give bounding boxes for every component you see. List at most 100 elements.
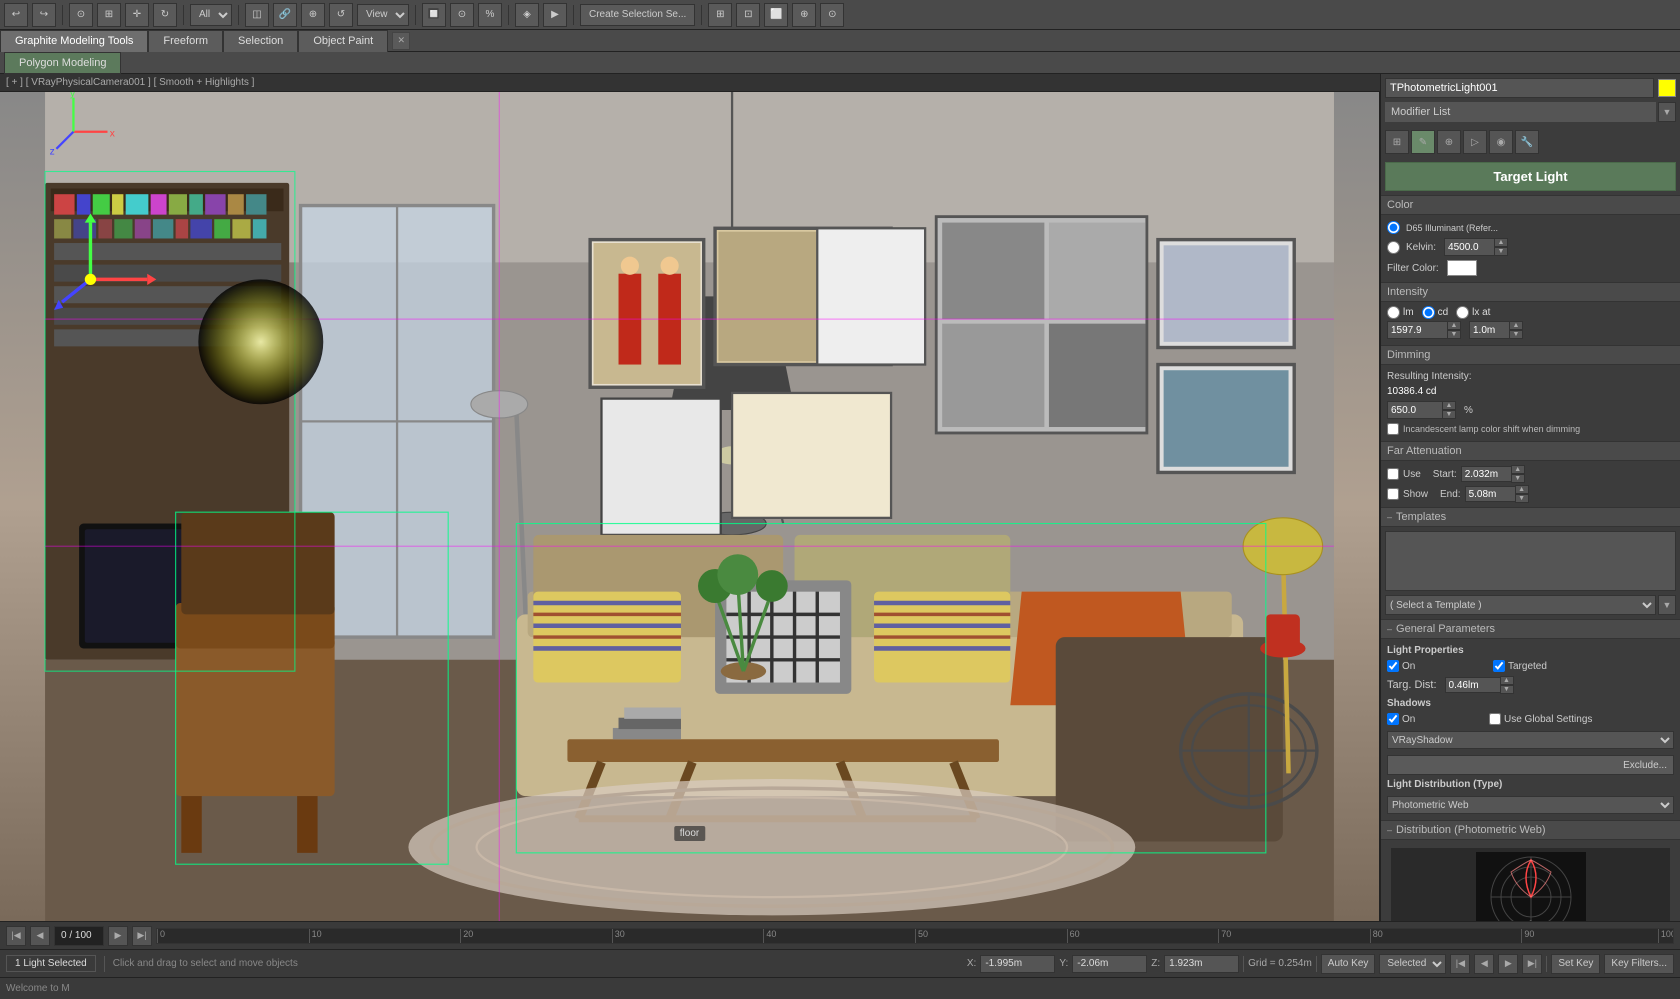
lxat-radio[interactable] — [1456, 306, 1469, 319]
kelvin-down[interactable]: ▼ — [1494, 247, 1508, 256]
view-dropdown[interactable]: View — [357, 4, 409, 26]
helper-btn3[interactable]: ⬜ — [764, 3, 788, 27]
intd-down[interactable]: ▼ — [1509, 330, 1523, 339]
color-section-header[interactable]: Color — [1381, 195, 1680, 215]
panel-icon-utils[interactable]: 🔧 — [1515, 130, 1539, 154]
set-key-btn[interactable]: Set Key — [1551, 954, 1600, 974]
select-obj-btn[interactable]: ⊙ — [69, 3, 93, 27]
move-btn[interactable]: ✛ — [125, 3, 149, 27]
intensity-input[interactable] — [1387, 321, 1447, 339]
incandescent-checkbox[interactable] — [1387, 423, 1399, 435]
panel-icon-display[interactable]: ◉ — [1489, 130, 1513, 154]
int-down[interactable]: ▼ — [1447, 330, 1461, 339]
angle-snap-btn[interactable]: ⊙ — [450, 3, 474, 27]
intensity-section-header[interactable]: Intensity — [1381, 282, 1680, 302]
use-global-checkbox[interactable] — [1489, 713, 1501, 725]
timeline-play[interactable]: ▶ — [108, 926, 128, 946]
targeted-checkbox[interactable] — [1493, 660, 1505, 672]
modifier-arrow[interactable]: ▼ — [1658, 102, 1676, 122]
cd-radio[interactable] — [1422, 306, 1435, 319]
z-coord-field[interactable] — [1164, 955, 1239, 973]
selected-dropdown[interactable]: Selected — [1379, 954, 1446, 974]
kelvin-radio[interactable] — [1387, 241, 1400, 254]
helper-btn5[interactable]: ⊙ — [820, 3, 844, 27]
move-transform-btn[interactable]: ⊕ — [301, 3, 325, 27]
x-coord-field[interactable] — [980, 955, 1055, 973]
dist-type-select[interactable]: Photometric Web — [1387, 796, 1674, 814]
dim-down[interactable]: ▼ — [1442, 410, 1456, 419]
photoweb-header[interactable]: – Distribution (Photometric Web) — [1381, 820, 1680, 840]
object-color-swatch[interactable] — [1658, 79, 1676, 97]
int-up[interactable]: ▲ — [1447, 321, 1461, 330]
intensity-dist-input[interactable] — [1469, 321, 1509, 339]
panel-icon-hierarchy[interactable]: ⊕ — [1437, 130, 1461, 154]
kelvin-input[interactable] — [1444, 238, 1494, 256]
select-region-btn[interactable]: ⊞ — [97, 3, 121, 27]
playback-play[interactable]: ▶ — [1498, 954, 1518, 974]
dim-up[interactable]: ▲ — [1442, 401, 1456, 410]
intd-up[interactable]: ▲ — [1509, 321, 1523, 330]
templates-arrow[interactable]: ▼ — [1658, 595, 1676, 615]
all-dropdown[interactable]: All — [190, 4, 232, 26]
as-up[interactable]: ▲ — [1511, 465, 1525, 474]
tab-selection[interactable]: Selection — [223, 30, 298, 52]
as-down[interactable]: ▼ — [1511, 474, 1525, 483]
create-selection-btn[interactable]: Create Selection Se... — [580, 4, 695, 26]
tab-polygon-modeling[interactable]: Polygon Modeling — [4, 52, 121, 74]
panel-icon-motion[interactable]: ▷ — [1463, 130, 1487, 154]
general-params-header[interactable]: – General Parameters — [1381, 619, 1680, 639]
td-down[interactable]: ▼ — [1500, 685, 1514, 694]
auto-key-btn[interactable]: Auto Key — [1321, 954, 1376, 974]
light-on-checkbox[interactable] — [1387, 660, 1399, 672]
helper-btn4[interactable]: ⊕ — [792, 3, 816, 27]
panel-icon-general[interactable]: ⊞ — [1385, 130, 1409, 154]
far-atten-header[interactable]: Far Attenuation — [1381, 441, 1680, 461]
tab-freeform[interactable]: Freeform — [148, 30, 223, 52]
shadows-on-checkbox[interactable] — [1387, 713, 1399, 725]
undo-btn[interactable]: ↩ — [4, 3, 28, 27]
atten-use-checkbox[interactable] — [1387, 468, 1399, 480]
rotate-btn[interactable]: ↻ — [153, 3, 177, 27]
atten-show-checkbox[interactable] — [1387, 488, 1399, 500]
menubar-close[interactable]: ✕ — [392, 32, 410, 50]
viewport[interactable]: x y z floor — [0, 92, 1380, 921]
timeline-start[interactable]: |◀ — [6, 926, 26, 946]
snap-btn[interactable]: 🔲 — [422, 3, 446, 27]
playback-next[interactable]: ▶| — [1522, 954, 1542, 974]
tab-graphite[interactable]: Graphite Modeling Tools — [0, 30, 148, 52]
atten-start-input[interactable] — [1461, 466, 1511, 482]
timeline-next[interactable]: ▶| — [132, 926, 152, 946]
link-btn[interactable]: 🔗 — [273, 3, 297, 27]
targ-dist-input[interactable] — [1445, 677, 1500, 693]
playback-prev[interactable]: ◀ — [1474, 954, 1494, 974]
redo-btn[interactable]: ↪ — [32, 3, 56, 27]
dimming-header[interactable]: Dimming — [1381, 345, 1680, 365]
object-name-input[interactable] — [1385, 78, 1654, 98]
timeline-ruler[interactable]: 0 10 20 30 40 50 60 70 80 90 100 — [156, 928, 1674, 944]
helper-btn2[interactable]: ⊡ — [736, 3, 760, 27]
render-btn[interactable]: ◈ — [515, 3, 539, 27]
key-filters-btn[interactable]: Key Filters... — [1604, 954, 1674, 974]
playback-start[interactable]: |◀ — [1450, 954, 1470, 974]
panel-icon-modify[interactable]: ✎ — [1411, 130, 1435, 154]
helper-btn1[interactable]: ⊞ — [708, 3, 732, 27]
tab-object-paint[interactable]: Object Paint — [298, 30, 388, 52]
dimming-input[interactable] — [1387, 401, 1442, 419]
ae-down[interactable]: ▼ — [1515, 494, 1529, 503]
ae-up[interactable]: ▲ — [1515, 485, 1529, 494]
d65-radio[interactable] — [1387, 221, 1400, 234]
td-up[interactable]: ▲ — [1500, 676, 1514, 685]
quick-render-btn[interactable]: ▶ — [543, 3, 567, 27]
templates-select[interactable]: ( Select a Template ) — [1385, 595, 1656, 615]
exclude-btn[interactable]: Exclude... — [1387, 755, 1674, 775]
shadow-type-select[interactable]: VRayShadow — [1387, 731, 1674, 749]
templates-section-header[interactable]: – Templates — [1381, 507, 1680, 527]
y-coord-field[interactable] — [1072, 955, 1147, 973]
lm-radio[interactable] — [1387, 306, 1400, 319]
atten-end-input[interactable] — [1465, 486, 1515, 502]
filter-color-swatch[interactable] — [1447, 260, 1477, 276]
timeline-prev[interactable]: ◀ — [30, 926, 50, 946]
select-filter-btn[interactable]: ◫ — [245, 3, 269, 27]
percent-snap-btn[interactable]: % — [478, 3, 502, 27]
rotate-transform-btn[interactable]: ↺ — [329, 3, 353, 27]
